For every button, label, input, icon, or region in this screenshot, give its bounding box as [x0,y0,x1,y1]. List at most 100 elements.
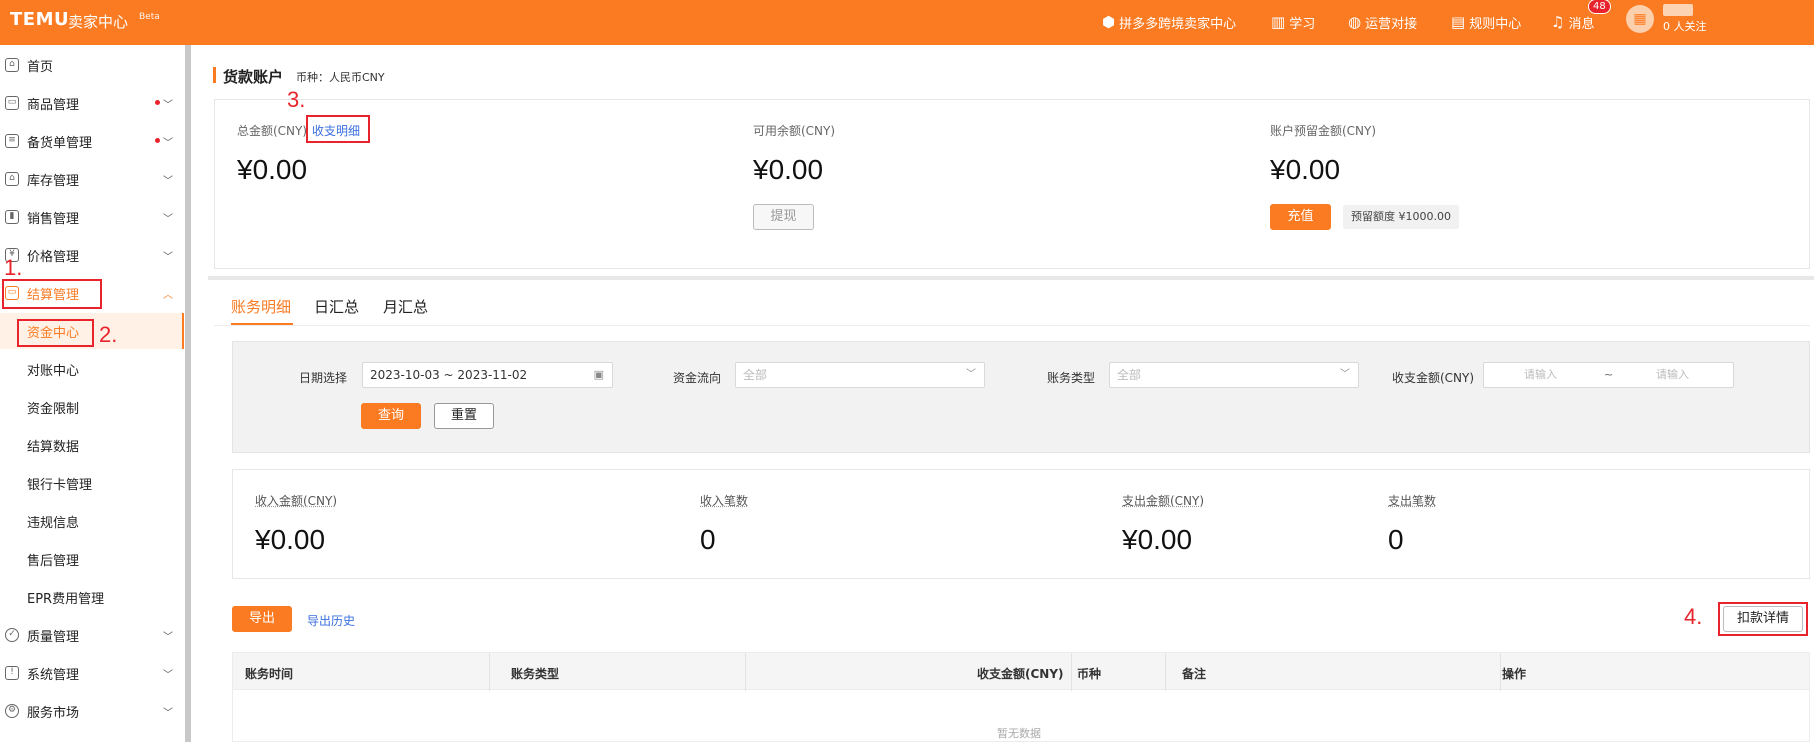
amount-range-label: 收支金额(CNY) [1392,371,1475,385]
column-header: 收支金额(CNY) [977,667,1064,681]
sidebar-item-orders[interactable]: ≡ 备货单管理 ﹀ [0,123,184,159]
sidebar-item-label: EPR费用管理 [27,591,105,607]
column-separator [1071,653,1072,691]
sidebar-item-system[interactable]: ! 系统管理 ﹀ [0,655,184,691]
message-count-badge: 48 [1588,0,1611,14]
account-summary-card [214,99,1810,269]
sidebar-item-label: 服务市场 [27,705,80,721]
chart-icon: ▮ [5,210,19,224]
tab-daily-summary[interactable]: 日汇总 [314,296,359,317]
column-separator [1165,653,1166,691]
sidebar-item-label: 价格管理 [27,249,80,265]
sidebar-item-products[interactable]: ▭ 商品管理 ﹀ [0,85,184,121]
income-amount: ¥0.00 [255,524,326,555]
sidebar-item-inventory[interactable]: ⌂ 库存管理 ﹀ [0,161,184,197]
range-separator: ~ [1604,368,1614,381]
sidebar-sub-settlement-data[interactable]: 结算数据 [0,427,184,463]
amount-min-input[interactable]: 请输入 [1524,363,1557,387]
nav-messages[interactable]: ♫ 消息 [1551,7,1594,37]
nav-operations[interactable]: ◍ 运营对接 [1348,7,1417,37]
chevron-up-icon: ︿ [163,289,173,301]
notification-dot [155,100,160,105]
recharge-button[interactable]: 充值 [1270,204,1331,230]
currency-label: 币种：人民币CNY [296,71,385,84]
nav-label: 学习 [1289,16,1316,32]
nav-pdd-seller-center[interactable]: ⬢ 拼多多跨境卖家中心 [1102,7,1236,37]
date-range-picker[interactable]: 2023-10-03 ~ 2023-11-02 ▣ [362,362,613,388]
total-amount-label: 总金额(CNY) [237,124,308,138]
account-type-label: 账务类型 [1047,371,1096,385]
warehouse-icon: ⌂ [5,172,19,186]
sidebar-sub-after-sales[interactable]: 售后管理 [0,541,184,577]
store-name-redacted [1663,4,1693,16]
export-button[interactable]: 导出 [232,606,292,632]
amount-range-input[interactable]: 请输入 ~ 请输入 [1483,362,1734,388]
withdraw-button[interactable]: 提现 [753,204,814,230]
chevron-down-icon: ﹀ [163,137,173,149]
available-balance-label: 可用余额(CNY) [753,124,836,138]
sidebar-sub-epr-fees[interactable]: EPR费用管理 [0,579,184,615]
chevron-down-icon: ﹀ [163,175,173,187]
active-tab-indicator [231,323,293,325]
reserve-quota-tag: 预留额度 ¥1000.00 [1343,205,1459,229]
chevron-down-icon: ﹀ [1340,369,1350,380]
column-header: 币种 [1077,667,1102,681]
sidebar-item-label: 对账中心 [27,363,80,379]
order-icon: ≡ [5,134,19,148]
brand-logo[interactable]: TEMU [10,9,69,30]
table-header: 账务时间 账务类型 收支金额(CNY) 币种 备注 操作 [232,652,1810,691]
sidebar-item-sales[interactable]: ▮ 销售管理 ﹀ [0,199,184,235]
sidebar-item-label: 违规信息 [27,515,80,531]
annotation-step-2: 2. [99,322,118,347]
column-header: 备注 [1182,667,1207,681]
reset-button[interactable]: 重置 [434,403,494,429]
cube-icon: ⬢ [1102,13,1116,31]
sidebar-item-market[interactable]: ⚙ 服务市场 ﹀ [0,693,184,729]
sidebar-item-home[interactable]: ⌂ 首页 [0,47,184,83]
annotation-box-detail-link [306,115,370,143]
sidebar-item-label: 系统管理 [27,667,80,683]
bell-icon: ♫ [1551,13,1565,31]
date-range-value: 2023-10-03 ~ 2023-11-02 [370,368,528,382]
nav-learn[interactable]: ▥ 学习 [1271,7,1315,37]
filter-panel [232,341,1810,453]
income-amount-label: 收入金额(CNY) [255,494,338,508]
annotation-step-3: 3. [287,87,306,112]
book-icon: ▥ [1271,13,1286,31]
export-history-link[interactable]: 导出历史 [307,612,355,629]
sidebar-item-pricing[interactable]: ¥ 价格管理 ﹀ [0,237,184,273]
summary-stats-panel [232,469,1810,579]
sidebar-sub-reconciliation[interactable]: 对账中心 [0,351,184,387]
sidebar-sub-bank-cards[interactable]: 银行卡管理 [0,465,184,501]
sidebar-sub-violations[interactable]: 违规信息 [0,503,184,539]
annotation-box-settlement [2,279,102,309]
chevron-down-icon: ﹀ [163,669,173,681]
nav-label: 拼多多跨境卖家中心 [1119,16,1237,32]
amount-max-input[interactable]: 请输入 [1656,363,1689,387]
nav-label: 运营对接 [1365,16,1418,32]
chevron-down-icon: ﹀ [966,369,976,380]
expense-amount-label: 支出金额(CNY) [1122,494,1205,508]
query-button[interactable]: 查询 [361,403,421,429]
date-filter-label: 日期选择 [299,371,348,385]
tab-account-details[interactable]: 账务明细 [231,296,291,317]
store-icon[interactable]: ▦ [1626,5,1654,33]
sidebar-item-label: 备货单管理 [27,135,93,151]
reserve-amount-label: 账户预留金额(CNY) [1270,124,1377,138]
column-separator [745,653,746,691]
sidebar-item-quality[interactable]: ✓ 质量管理 ﹀ [0,617,184,653]
sidebar-scrollbar[interactable] [185,45,191,742]
sidebar: ⌂ 首页 ▭ 商品管理 ﹀ ≡ 备货单管理 ﹀ ⌂ 库存管理 ﹀ ▮ 销售管理 … [0,45,184,742]
tab-monthly-summary[interactable]: 月汇总 [383,296,428,317]
sidebar-item-label: 银行卡管理 [27,477,93,493]
nav-rules[interactable]: ▤ 规则中心 [1451,7,1521,37]
product-icon: ▭ [5,96,19,110]
account-type-select[interactable]: 全部 ﹀ [1109,362,1359,388]
sidebar-item-label: 首页 [27,59,54,75]
sidebar-sub-fund-limits[interactable]: 资金限制 [0,389,184,425]
annotation-box-fund-center [17,319,94,347]
column-header: 账务时间 [245,667,294,681]
nav-label: 规则中心 [1469,16,1522,32]
fund-flow-select[interactable]: 全部 ﹀ [735,362,985,388]
sidebar-item-label: 资金限制 [27,401,80,417]
